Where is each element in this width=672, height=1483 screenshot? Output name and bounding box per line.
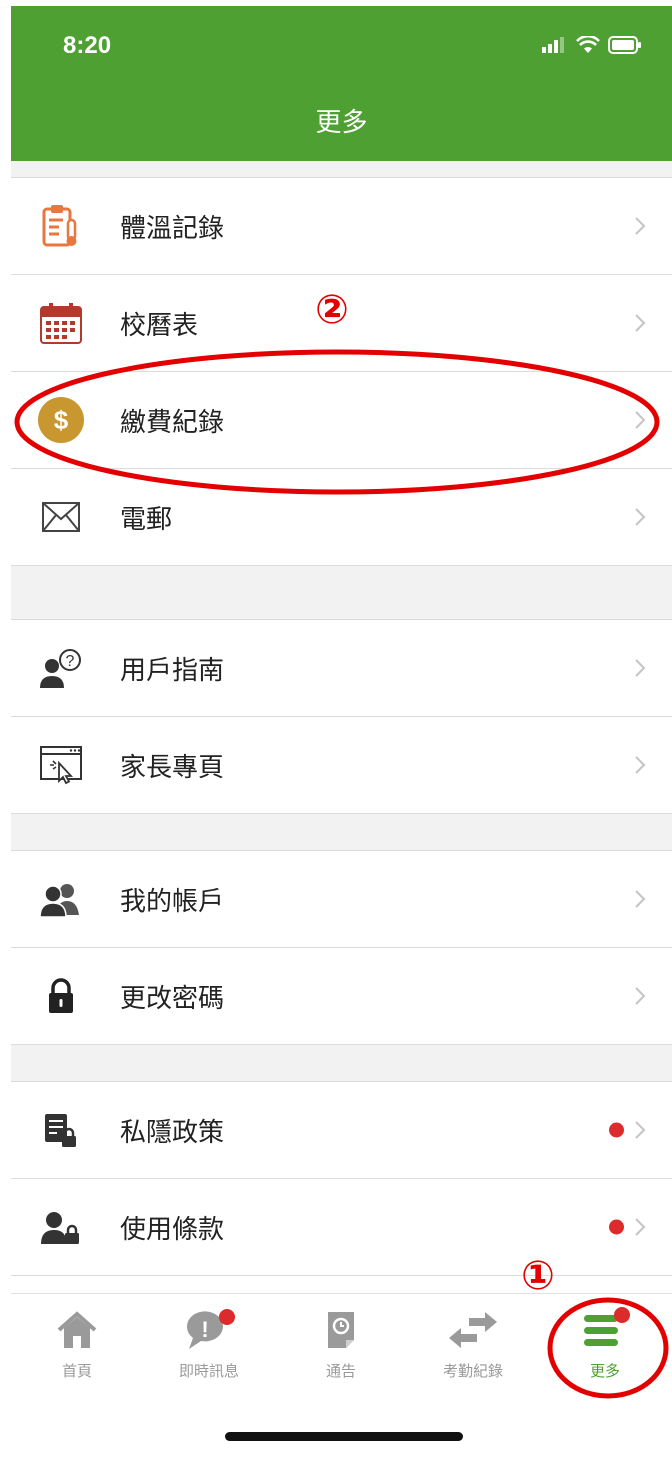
annotation-marker-1: ①	[521, 1253, 555, 1299]
status-icons	[542, 36, 642, 54]
chevron-right-icon	[635, 987, 646, 1005]
web-cursor-icon	[36, 740, 86, 790]
app-screen: 8:20 更多 體溫記錄 校曆表 $ 繳費紀錄 電郵 ? 用戶指南 家長專頁 我…	[11, 6, 672, 1483]
tab-label: 通告	[325, 1362, 356, 1380]
notification-dot	[609, 1122, 624, 1138]
menu-item-label: 使用條款	[120, 1214, 225, 1245]
home-indicator	[225, 1432, 463, 1441]
chevron-right-icon	[635, 508, 646, 526]
chevron-right-icon	[635, 1121, 646, 1139]
tab-attendance[interactable]: 考勤紀錄	[407, 1294, 539, 1394]
calendar-icon	[36, 298, 86, 348]
user-question-icon: ?	[36, 643, 86, 693]
menu-item-my-account[interactable]: 我的帳戶	[11, 851, 672, 948]
menu-item-parent-page[interactable]: 家長專頁	[11, 717, 672, 814]
menu-item-label: 校曆表	[120, 310, 199, 341]
tab-label: 考勤紀錄	[442, 1362, 503, 1380]
section-divider	[11, 566, 672, 620]
menu-item-user-guide[interactable]: ? 用戶指南	[11, 620, 672, 717]
menu-item-privacy-policy[interactable]: 私隱政策	[11, 1082, 672, 1179]
home-icon	[11, 1306, 143, 1354]
menu-item-change-password[interactable]: 更改密碼	[11, 948, 672, 1045]
chevron-right-icon	[635, 217, 646, 235]
svg-text:?: ?	[66, 653, 75, 670]
section-divider	[11, 161, 672, 178]
users-icon	[36, 874, 86, 924]
message-icon: !	[143, 1306, 275, 1354]
section-divider	[11, 1045, 672, 1082]
menu-item-temperature-record[interactable]: 體溫記錄	[11, 178, 672, 275]
menu-item-label: 體溫記錄	[120, 213, 225, 244]
chevron-right-icon	[635, 1218, 646, 1236]
lock-icon	[36, 971, 86, 1021]
section-divider	[11, 814, 672, 851]
chevron-right-icon	[635, 756, 646, 774]
chevron-right-icon	[635, 314, 646, 332]
document-lock-icon	[36, 1105, 86, 1155]
menu-item-label: 家長專頁	[120, 752, 225, 783]
signal-icon	[542, 37, 564, 53]
annotation-marker-2: ②	[315, 287, 349, 333]
page-title: 更多	[315, 108, 368, 138]
menu-item-label: 用戶指南	[120, 655, 225, 686]
chevron-right-icon	[635, 659, 646, 677]
wifi-icon	[576, 36, 600, 53]
thermometer-clipboard-icon	[36, 201, 86, 251]
annotation-ellipse-payment	[14, 349, 660, 495]
menu-item-label: 更改密碼	[120, 983, 225, 1014]
nav-header: 8:20 更多	[11, 6, 672, 161]
battery-icon	[608, 36, 641, 54]
menu-item-terms-of-use[interactable]: 使用條款	[11, 1179, 672, 1276]
annotation-ellipse-more-tab	[547, 1297, 669, 1399]
notice-icon	[275, 1306, 407, 1354]
tab-label: 即時訊息	[178, 1362, 239, 1380]
tab-home[interactable]: 首頁	[11, 1294, 143, 1394]
tab-label: 首頁	[61, 1362, 92, 1380]
menu-item-label: 我的帳戶	[120, 886, 225, 917]
svg-text:!: !	[201, 1317, 208, 1342]
notification-dot	[609, 1219, 624, 1235]
status-time: 8:20	[63, 32, 112, 59]
chevron-right-icon	[635, 890, 646, 908]
swap-arrows-icon	[407, 1306, 539, 1354]
menu-item-label: 私隱政策	[120, 1117, 225, 1148]
tab-notices[interactable]: 通告	[275, 1294, 407, 1394]
tab-messages[interactable]: ! 即時訊息	[143, 1294, 275, 1394]
user-lock-icon	[36, 1202, 86, 1252]
